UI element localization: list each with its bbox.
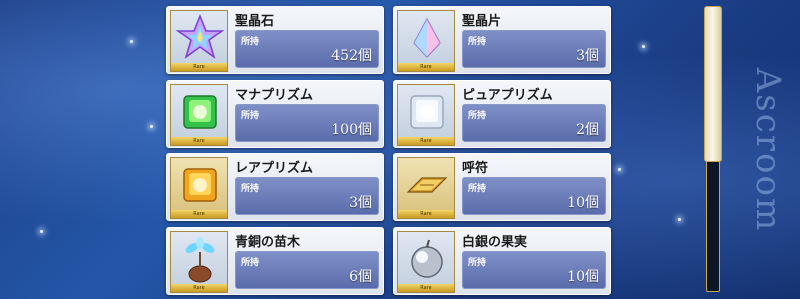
owned-count-box: 所持 10個 — [462, 251, 606, 289]
item-name: 聖晶石 — [235, 14, 275, 29]
rarity-tag: Rare — [171, 137, 227, 145]
item-card-saint-quartz[interactable]: Rare 聖晶石 所持 452個 — [166, 6, 384, 74]
item-name: 呼符 — [462, 161, 489, 176]
owned-label: 所持 — [468, 111, 487, 121]
owned-count: 6個 — [349, 269, 372, 285]
item-name: ピュアプリズム — [462, 88, 553, 103]
owned-count-box: 所持 2個 — [462, 104, 606, 142]
room-title-watermark: Ascroom — [748, 67, 788, 233]
rarity-tag: Rare — [398, 284, 454, 292]
owned-count: 452個 — [331, 48, 372, 64]
bronze-sapling-icon — [185, 237, 215, 283]
sparkle — [642, 45, 645, 48]
owned-count: 2個 — [576, 122, 599, 138]
item-thumbnail: Rare — [170, 231, 228, 293]
item-thumbnail: Rare — [170, 157, 228, 219]
owned-count-box: 所持 100個 — [235, 104, 379, 142]
sparkle — [150, 125, 153, 128]
sparkle — [130, 40, 133, 43]
rarity-tag: Rare — [398, 63, 454, 71]
owned-label: 所持 — [241, 37, 260, 47]
rarity-tag: Rare — [171, 284, 227, 292]
item-thumbnail: Rare — [397, 10, 455, 72]
item-thumbnail: Rare — [397, 84, 455, 146]
owned-label: 所持 — [468, 184, 487, 194]
summon-ticket-icon — [406, 177, 448, 193]
sparkle — [40, 230, 43, 233]
item-name: マナプリズム — [235, 88, 314, 103]
owned-label: 所持 — [241, 111, 260, 121]
item-name: 青銅の苗木 — [235, 235, 301, 250]
pure-prism-icon — [410, 95, 444, 129]
rare-prism-icon — [183, 168, 217, 202]
owned-count: 100個 — [331, 122, 372, 138]
item-card-pure-prism[interactable]: Rare ピュアプリズム 所持 2個 — [393, 80, 611, 148]
item-card-rare-prism[interactable]: Rare レアプリズム 所持 3個 — [166, 153, 384, 221]
owned-count-box: 所持 6個 — [235, 251, 379, 289]
owned-count-box: 所持 452個 — [235, 30, 379, 68]
item-card-silver-apple[interactable]: Rare 白銀の果実 所持 10個 — [393, 227, 611, 295]
owned-count-box: 所持 3個 — [462, 30, 606, 68]
owned-count: 3個 — [349, 195, 372, 211]
saint-quartz-icon — [175, 13, 225, 59]
item-name: レアプリズム — [235, 161, 314, 176]
sparkle — [618, 168, 621, 171]
owned-label: 所持 — [468, 37, 487, 47]
owned-count-box: 所持 10個 — [462, 177, 606, 215]
item-name: 白銀の果実 — [462, 235, 528, 250]
owned-count: 10個 — [567, 269, 599, 285]
rarity-tag: Rare — [171, 63, 227, 71]
owned-count: 3個 — [576, 48, 599, 64]
item-thumbnail: Rare — [170, 10, 228, 72]
item-thumbnail: Rare — [397, 231, 455, 293]
silver-apple-icon — [411, 239, 443, 278]
scrollbar-thumb[interactable] — [704, 6, 722, 162]
item-card-summon-ticket[interactable]: Rare 呼符 所持 10個 — [393, 153, 611, 221]
owned-label: 所持 — [241, 258, 260, 268]
item-name: 聖晶片 — [462, 14, 502, 29]
quartz-fragment-icon — [413, 17, 441, 58]
item-thumbnail: Rare — [170, 84, 228, 146]
item-card-mana-prism[interactable]: Rare マナプリズム 所持 100個 — [166, 80, 384, 148]
rarity-tag: Rare — [171, 210, 227, 218]
sparkle — [678, 218, 681, 221]
owned-label: 所持 — [241, 184, 260, 194]
owned-label: 所持 — [468, 258, 487, 268]
owned-count-box: 所持 3個 — [235, 177, 379, 215]
item-card-bronze-sapling[interactable]: Rare 青銅の苗木 所持 6個 — [166, 227, 384, 295]
rarity-tag: Rare — [398, 210, 454, 218]
owned-count: 10個 — [567, 195, 599, 211]
mana-prism-icon — [183, 95, 217, 129]
item-card-quartz-fragment[interactable]: Rare 聖晶片 所持 3個 — [393, 6, 611, 74]
item-thumbnail: Rare — [397, 157, 455, 219]
rarity-tag: Rare — [398, 137, 454, 145]
